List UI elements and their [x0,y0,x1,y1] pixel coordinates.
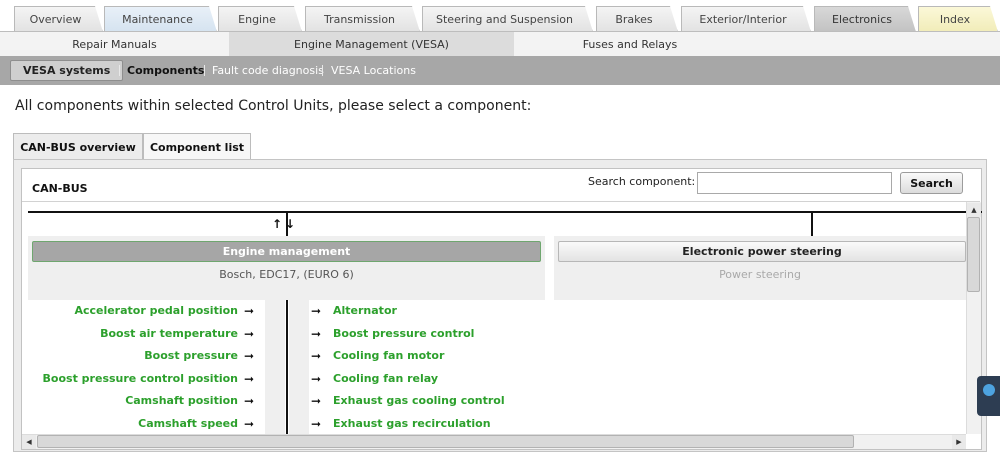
arrow-right-icon: ➞ [311,349,322,363]
arrow-right-icon: ➞ [311,371,322,386]
engine-management-subtitle: Bosch, EDC17, (EURO 6) [219,268,354,281]
main-tab-bar: Overview Maintenance Engine Transmission… [0,0,1000,32]
can-bus-line [28,211,982,213]
nav-fault-code-diagnosis[interactable]: Fault code diagnosis [212,56,324,85]
arrow-right-icon: ➞ [244,371,255,386]
nav-components[interactable]: Components [127,56,204,85]
arrow-right-icon: ➞ [244,349,255,363]
bus-direction-arrows: ↑↓ [272,217,299,231]
scroll-up-icon[interactable]: ▲ [967,203,981,217]
search-label: Search component: [588,175,696,188]
component-link[interactable]: Alternator [333,303,505,326]
subtab-repair-manuals[interactable]: Repair Manuals [0,32,229,56]
search-button[interactable]: Search [900,172,963,194]
vertical-scroll-thumb[interactable] [967,217,980,292]
arrow-right-icon: ➞ [311,394,322,408]
arrow-right-icon: ➞ [244,326,255,341]
scroll-right-icon[interactable]: ▶ [952,435,966,449]
page-heading: All components within selected Control U… [15,98,532,114]
header-divider [22,201,980,202]
horizontal-scroll-thumb[interactable] [37,435,854,448]
chat-icon [983,384,995,396]
tab-overview[interactable]: Overview [14,6,103,32]
tab-canbus-overview[interactable]: CAN-BUS overview [13,133,143,160]
arrow-right-icon: ➞ [311,304,322,318]
canbus-title: CAN-BUS [32,182,88,195]
nav-vesa-systems[interactable]: VESA systems [10,60,124,81]
component-link[interactable]: Exhaust gas cooling control [333,393,505,416]
search-component-input[interactable] [697,172,892,194]
power-steering-subtitle: Power steering [719,268,801,281]
nav-separator [204,65,205,76]
tab-component-list[interactable]: Component list [143,133,251,160]
input-lane [265,300,285,434]
subtab-engine-management[interactable]: Engine Management (VESA) [229,32,514,56]
input-components: Accelerator pedal position Boost air tem… [43,303,238,438]
control-unit-steering: Electronic power steering Power steering [554,236,966,300]
control-unit-engine: Engine management Bosch, EDC17, (EURO 6) [28,236,545,300]
nav-separator [322,65,323,76]
subtab-fuses-relays[interactable]: Fuses and Relays [514,32,746,56]
component-link[interactable]: Cooling fan relay [333,371,505,394]
electronic-power-steering-button[interactable]: Electronic power steering [558,241,966,262]
tab-index[interactable]: Index [918,6,998,32]
tab-electronics[interactable]: Electronics [814,6,916,32]
component-link[interactable]: Boost pressure control position [43,371,238,394]
arrow-right-icon: ➞ [244,394,255,408]
tab-transmission[interactable]: Transmission [305,6,420,32]
sub-tab-bar: Repair Manuals Engine Management (VESA) … [0,32,1000,56]
tab-engine[interactable]: Engine [218,6,302,32]
scroll-left-icon[interactable]: ◀ [22,435,36,449]
component-link[interactable]: Camshaft position [43,393,238,416]
arrow-right-icon: ➞ [311,326,322,341]
component-link[interactable]: Accelerator pedal position [43,303,238,326]
component-link[interactable]: Boost pressure control [333,326,505,349]
output-components: Alternator Boost pressure control Coolin… [333,303,505,438]
tab-exterior-interior[interactable]: Exterior/Interior [681,6,811,32]
nav-vesa-locations[interactable]: VESA Locations [331,56,416,85]
component-link[interactable]: Boost air temperature [43,326,238,349]
tab-brakes[interactable]: Brakes [596,6,678,32]
bus-connector-steering [811,211,813,237]
side-widget[interactable] [977,376,1000,416]
section-nav: VESA systems Components Fault code diagn… [0,56,1000,85]
engine-management-button[interactable]: Engine management [32,241,541,262]
output-arrows: ➞ ➞ ➞ ➞ ➞ ➞ [311,303,321,438]
output-lane [289,300,309,434]
tab-steering-suspension[interactable]: Steering and Suspension [422,6,593,32]
tab-maintenance[interactable]: Maintenance [104,6,217,32]
arrow-right-icon: ➞ [244,304,255,318]
component-link[interactable]: Cooling fan motor [333,348,505,371]
component-link[interactable]: Boost pressure [43,348,238,371]
nav-separator [119,65,120,76]
input-arrows: ➞ ➞ ➞ ➞ ➞ ➞ [244,303,254,438]
